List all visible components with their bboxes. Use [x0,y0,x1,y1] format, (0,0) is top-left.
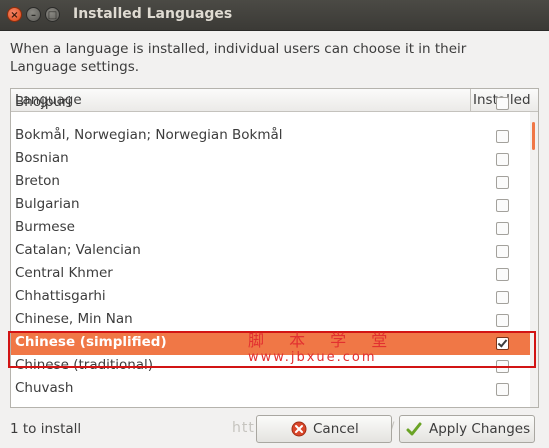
installed-checkbox[interactable] [496,130,509,143]
scrollbar-thumb[interactable] [532,122,535,150]
close-window-button[interactable]: × [7,7,22,22]
window-title: Installed Languages [73,6,233,22]
installed-checkbox[interactable] [496,245,509,258]
minimize-window-button[interactable]: – [26,7,41,22]
installed-checkbox[interactable] [496,97,509,110]
apply-changes-button-label: Apply Changes [429,421,531,437]
status-text: 1 to install [10,421,82,437]
description-text: When a language is installed, individual… [10,41,467,75]
language-label: Chinese (simplified) [15,334,167,350]
title-bar: × – □ Installed Languages [0,0,549,31]
list-item[interactable]: Burmese [11,217,530,240]
list-item[interactable]: Bokmål, Norwegian; Norwegian Bokmål [11,125,530,148]
list-item[interactable]: Chhattisgarhi [11,286,530,309]
language-label: Bulgarian [15,196,80,212]
list-item[interactable]: Bulgarian [11,194,530,217]
installed-checkbox[interactable] [496,222,509,235]
list-item[interactable]: Chinese (simplified) [11,332,530,355]
checkmark-icon [406,422,422,436]
list-item[interactable]: Bosnian [11,148,530,171]
language-label: Catalan; Valencian [15,242,141,258]
list-item[interactable]: Chinese (traditional) [11,355,530,378]
cancel-icon [291,421,307,437]
scrollbar[interactable] [530,112,538,407]
installed-checkbox[interactable] [496,176,509,189]
language-label: Breton [15,173,60,189]
installed-checkbox[interactable] [496,291,509,304]
list-item[interactable]: Bhojpuri [11,94,530,125]
list-item[interactable]: Breton [11,171,530,194]
list-item[interactable]: Chuvash [11,378,530,401]
list-item[interactable]: Central Khmer [11,263,530,286]
list-rows: Bhojpuri Bokmål, Norwegian; Norwegian Bok… [11,94,530,401]
language-label: Bosnian [15,150,69,166]
installed-checkbox[interactable] [496,337,509,350]
language-list[interactable]: Language Installed BhojpuriBokmål, Norwe… [10,88,539,408]
list-item[interactable]: Catalan; Valencian [11,240,530,263]
installed-checkbox[interactable] [496,268,509,281]
installed-checkbox[interactable] [496,199,509,212]
installed-checkbox[interactable] [496,153,509,166]
apply-changes-button[interactable]: Apply Changes [399,415,535,443]
list-item[interactable]: Chinese, Min Nan [11,309,530,332]
language-label: Central Khmer [15,265,113,281]
language-label: Bokmål, Norwegian; Norwegian Bokmål [15,127,283,143]
cancel-button[interactable]: Cancel [256,415,392,443]
installed-checkbox[interactable] [496,360,509,373]
language-label: Burmese [15,219,75,235]
installed-checkbox[interactable] [496,383,509,396]
cancel-button-label: Cancel [313,421,359,437]
maximize-window-button[interactable]: □ [45,7,60,22]
installed-checkbox[interactable] [496,314,509,327]
language-label: Bhojpuri [15,94,72,110]
language-label: Chhattisgarhi [15,288,106,304]
language-label: Chuvash [15,380,74,396]
language-label: Chinese, Min Nan [15,311,133,327]
language-label: Chinese (traditional) [15,357,154,373]
